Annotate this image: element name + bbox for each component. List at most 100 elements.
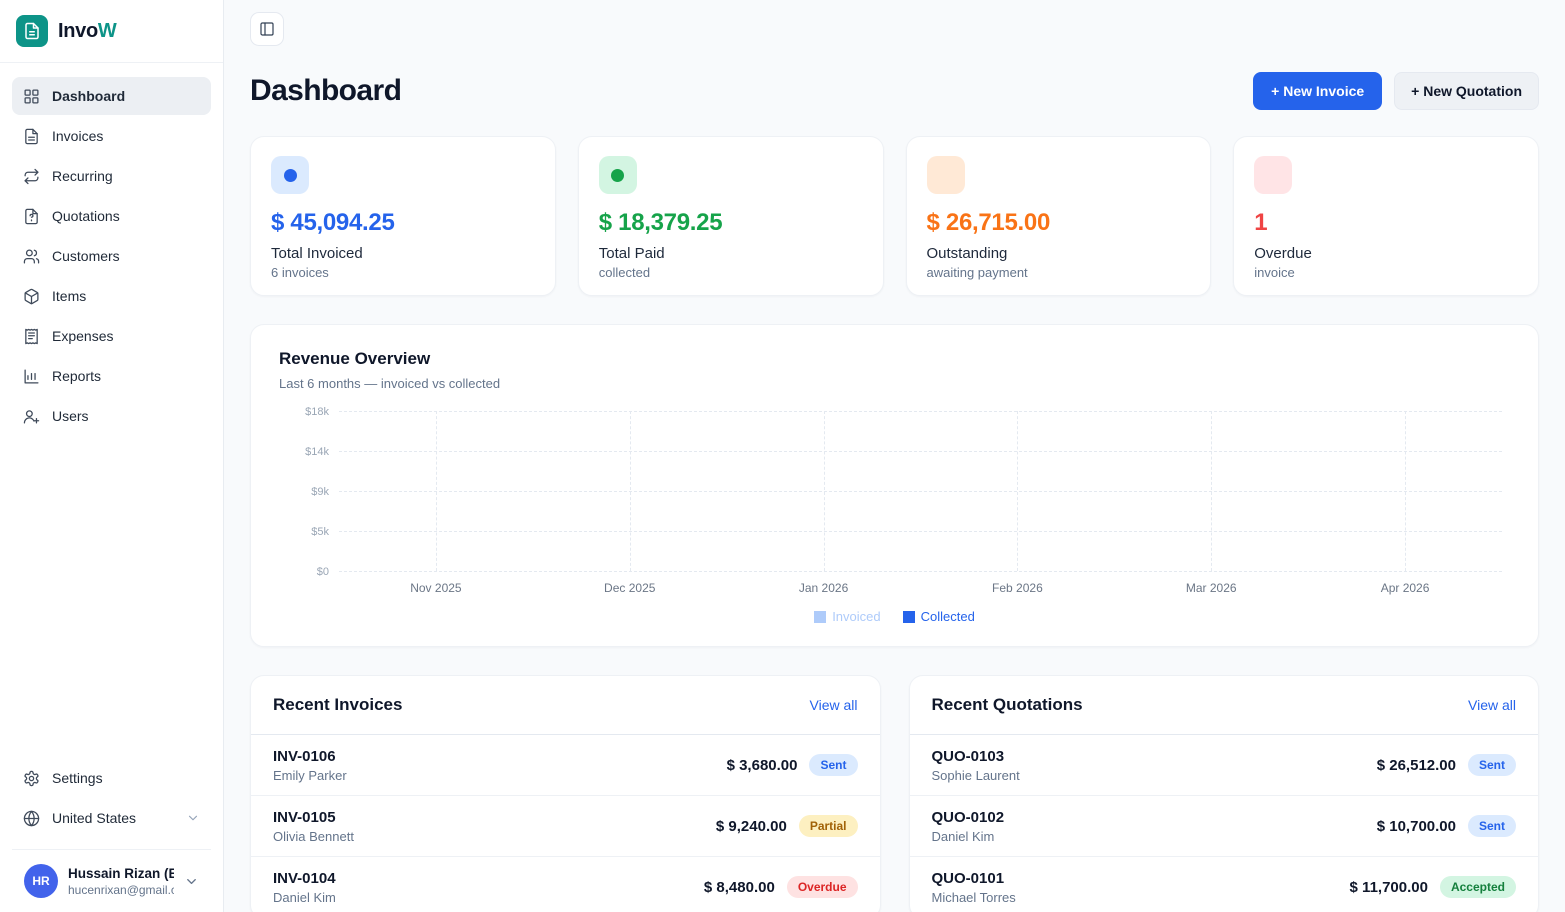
main-content: Dashboard + New Invoice + New Quotation … <box>224 0 1565 912</box>
sidebar-footer: Settings United States HR Hussain Rizan … <box>0 751 223 912</box>
logo: InvoW <box>0 0 223 63</box>
sidebar-item-quotations[interactable]: Quotations <box>12 197 211 235</box>
view-all-invoices-link[interactable]: View all <box>810 697 858 713</box>
invoice-row[interactable]: INV-0106 Emily Parker $ 3,680.00 Sent <box>251 735 880 796</box>
invoice-row[interactable]: INV-0105 Olivia Bennett $ 9,240.00 Parti… <box>251 796 880 857</box>
new-quotation-button[interactable]: + New Quotation <box>1394 72 1539 110</box>
user-menu[interactable]: HR Hussain Rizan (E... hucenrixan@gmail.… <box>12 849 211 912</box>
quotation-customer: Daniel Kim <box>931 828 995 844</box>
gridline-horizontal: $14k <box>305 446 1502 458</box>
gridline-vertical <box>1211 411 1213 571</box>
x-axis-tick: Jan 2026 <box>798 581 849 595</box>
sidebar-item-dashboard[interactable]: Dashboard <box>12 77 211 115</box>
sidebar-item-label: Expenses <box>52 328 114 344</box>
quotation-row-meta: $ 26,512.00 Sent <box>1377 754 1516 776</box>
quotation-row-info: QUO-0101 Michael Torres <box>932 870 1016 905</box>
page-header: Dashboard + New Invoice + New Quotation <box>250 72 1539 110</box>
sidebar-item-invoices[interactable]: Invoices <box>12 117 211 155</box>
sidebar-item-customers[interactable]: Customers <box>12 237 211 275</box>
quotation-row[interactable]: QUO-0101 Michael Torres $ 11,700.00 Acce… <box>910 857 1539 912</box>
sidebar-item-label: Reports <box>52 368 102 384</box>
user-name: Hussain Rizan (E... <box>68 865 174 881</box>
stat-sub: awaiting payment <box>926 265 1028 280</box>
invoice-row[interactable]: INV-0104 Daniel Kim $ 8,480.00 Overdue <box>251 857 880 912</box>
dashboard-grid-icon <box>23 88 40 105</box>
sidebar-item-reports[interactable]: Reports <box>12 357 211 395</box>
outstanding-icon <box>926 156 965 194</box>
quotation-row[interactable]: QUO-0103 Sophie Laurent $ 26,512.00 Sent <box>909 735 1538 796</box>
invoice-number: INV-0104 <box>273 869 336 887</box>
quotation-row-info: QUO-0102 Daniel Kim <box>932 809 1005 844</box>
gridline-vertical <box>629 411 631 571</box>
invoice-row-meta: $ 9,240.00 Partial <box>716 815 858 837</box>
app-name-accent: W <box>97 19 117 42</box>
sidebar-item-items[interactable]: Items <box>12 277 211 315</box>
invoice-customer: Daniel Kim <box>273 889 336 905</box>
y-axis-tick: $14k <box>305 446 329 458</box>
quotation-amount: $ 26,512.00 <box>1376 756 1456 774</box>
app-name: InvoW <box>58 20 117 43</box>
gridline-vertical <box>435 411 437 571</box>
view-all-quotations-link[interactable]: View all <box>1468 697 1516 713</box>
invoice-amount: $ 8,480.00 <box>703 878 775 896</box>
sidebar: InvoW Dashboard Invoices Recurring Quota… <box>0 0 224 912</box>
chevron-down-icon <box>184 874 199 889</box>
sidebar-item-label: Recurring <box>52 168 113 184</box>
globe-icon <box>23 810 40 827</box>
page-title: Dashboard <box>250 74 402 107</box>
invoice-row-info: INV-0104 Daniel Kim <box>273 870 336 905</box>
quotation-number: QUO-0101 <box>931 869 1005 887</box>
quotation-row-info: QUO-0103 Sophie Laurent <box>932 748 1020 783</box>
list-title: Recent Invoices <box>273 695 403 714</box>
recent-quotations-header: Recent Quotations View all <box>909 676 1538 735</box>
quotation-file-icon <box>23 208 40 225</box>
panel-left-icon <box>259 21 275 37</box>
stat-label: Total Invoiced <box>271 245 363 262</box>
sidebar-item-label: Customers <box>52 248 120 264</box>
sidebar-item-settings[interactable]: Settings <box>12 759 211 797</box>
y-axis-tick: $5k <box>311 526 329 538</box>
app-name-primary: Invo <box>58 19 98 42</box>
x-axis-tick: Feb 2026 <box>992 581 1043 595</box>
x-axis-tick: Dec 2025 <box>604 581 656 595</box>
stat-label: Overdue <box>1254 245 1312 262</box>
header-actions: + New Invoice + New Quotation <box>1253 72 1539 110</box>
gridline-horizontal: $18k <box>305 406 1502 418</box>
recent-invoices-header: Recent Invoices View all <box>251 676 880 735</box>
stat-value: $ 26,715.00 <box>926 209 1051 236</box>
sidebar-toggle-button[interactable] <box>250 12 284 46</box>
user-meta: Hussain Rizan (E... hucenrixan@gmail.c..… <box>68 866 174 897</box>
gridline-vertical <box>823 411 825 571</box>
locale-selector[interactable]: United States <box>12 799 211 837</box>
recent-lists: Recent Invoices View all INV-0106 Emily … <box>250 675 1539 912</box>
sidebar-item-label: Quotations <box>52 208 120 224</box>
legend-item-invoiced[interactable]: Invoiced <box>814 609 881 624</box>
sidebar-item-users[interactable]: Users <box>12 397 211 435</box>
gridline-vertical <box>1405 411 1407 571</box>
sidebar-item-expenses[interactable]: Expenses <box>12 317 211 355</box>
chart-title: Revenue Overview <box>279 349 431 368</box>
revenue-overview-card: Revenue Overview Last 6 months — invoice… <box>250 324 1539 647</box>
customers-people-icon <box>23 248 40 265</box>
invoice-file-icon <box>23 128 40 145</box>
stat-value: 1 <box>1254 209 1268 236</box>
sidebar-item-recurring[interactable]: Recurring <box>12 157 211 195</box>
chevron-down-icon <box>186 811 200 825</box>
app-logo-icon <box>16 15 48 47</box>
user-plus-icon <box>23 408 40 425</box>
chart-plot-area: $18k $14k $9k $5k $0 <box>305 406 1502 578</box>
quotation-status-badge: Accepted <box>1439 876 1516 898</box>
gridline-horizontal: $0 <box>317 566 1502 578</box>
stat-card-overdue: 1 Overdue invoice <box>1233 136 1539 296</box>
stat-label: Outstanding <box>926 245 1008 262</box>
sidebar-item-label: Items <box>52 288 87 304</box>
bar-chart-icon <box>23 368 40 385</box>
gridline-horizontal: $9k <box>311 486 1502 498</box>
invoiced-swatch-icon <box>814 610 827 623</box>
quotation-row[interactable]: QUO-0102 Daniel Kim $ 10,700.00 Sent <box>909 796 1538 857</box>
paid-dot-icon <box>598 156 637 194</box>
new-invoice-button[interactable]: + New Invoice <box>1253 72 1383 110</box>
legend-label: Collected <box>920 609 975 624</box>
legend-item-collected[interactable]: Collected <box>902 609 975 624</box>
